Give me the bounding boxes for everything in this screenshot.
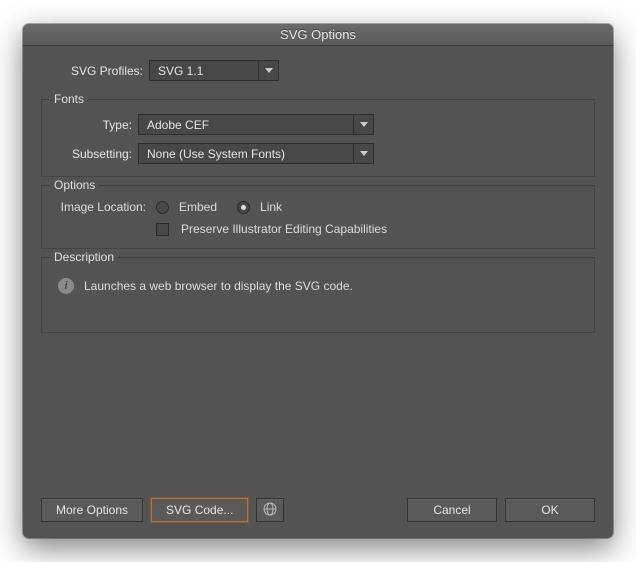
chevron-down-icon	[353, 115, 373, 134]
dialog-content: SVG Profiles: SVG 1.1 Fonts Type: Adobe …	[23, 46, 613, 538]
info-icon: i	[58, 278, 74, 294]
svg-options-dialog: SVG Options SVG Profiles: SVG 1.1 Fonts …	[23, 24, 613, 538]
svg-profiles-dropdown[interactable]: SVG 1.1	[149, 60, 279, 81]
options-legend: Options	[50, 178, 99, 192]
globe-icon	[263, 502, 277, 519]
font-subsetting-label: Subsetting:	[54, 147, 138, 161]
font-type-value: Adobe CEF	[147, 118, 209, 132]
svg-profiles-row: SVG Profiles: SVG 1.1	[41, 60, 595, 81]
more-options-button[interactable]: More Options	[41, 498, 143, 522]
chevron-down-icon	[353, 144, 373, 163]
cancel-button[interactable]: Cancel	[407, 498, 497, 522]
options-fieldset: Options Image Location: Embed Link Prese…	[41, 185, 595, 249]
ok-button[interactable]: OK	[505, 498, 595, 522]
embed-radio-label: Embed	[179, 200, 217, 214]
web-preview-button[interactable]	[256, 498, 284, 522]
preserve-checkbox[interactable]	[156, 223, 169, 236]
preserve-row: Preserve Illustrator Editing Capabilitie…	[54, 222, 582, 236]
svg-profiles-value: SVG 1.1	[158, 64, 203, 78]
fonts-fieldset: Fonts Type: Adobe CEF Subsetting: None (…	[41, 99, 595, 177]
image-location-row: Image Location: Embed Link	[54, 200, 582, 214]
preserve-checkbox-label: Preserve Illustrator Editing Capabilitie…	[181, 222, 387, 236]
link-radio-label: Link	[260, 200, 282, 214]
dialog-footer: More Options SVG Code... Cancel OK	[41, 484, 595, 522]
description-text: Launches a web browser to display the SV…	[84, 279, 353, 293]
description-legend: Description	[50, 250, 118, 264]
font-subsetting-row: Subsetting: None (Use System Fonts)	[54, 143, 582, 164]
image-location-label: Image Location:	[54, 200, 150, 214]
description-body: i Launches a web browser to display the …	[54, 272, 582, 310]
fonts-legend: Fonts	[50, 92, 88, 106]
embed-radio[interactable]	[156, 201, 169, 214]
svg-profiles-label: SVG Profiles:	[41, 64, 149, 78]
font-type-dropdown[interactable]: Adobe CEF	[138, 114, 374, 135]
link-radio[interactable]	[237, 201, 250, 214]
font-type-label: Type:	[54, 118, 138, 132]
chevron-down-icon	[258, 61, 278, 80]
window-title: SVG Options	[280, 27, 356, 42]
font-type-row: Type: Adobe CEF	[54, 114, 582, 135]
font-subsetting-dropdown[interactable]: None (Use System Fonts)	[138, 143, 374, 164]
svg-code-button[interactable]: SVG Code...	[151, 498, 248, 522]
window-titlebar: SVG Options	[23, 24, 613, 46]
description-fieldset: Description i Launches a web browser to …	[41, 257, 595, 333]
font-subsetting-value: None (Use System Fonts)	[147, 147, 285, 161]
